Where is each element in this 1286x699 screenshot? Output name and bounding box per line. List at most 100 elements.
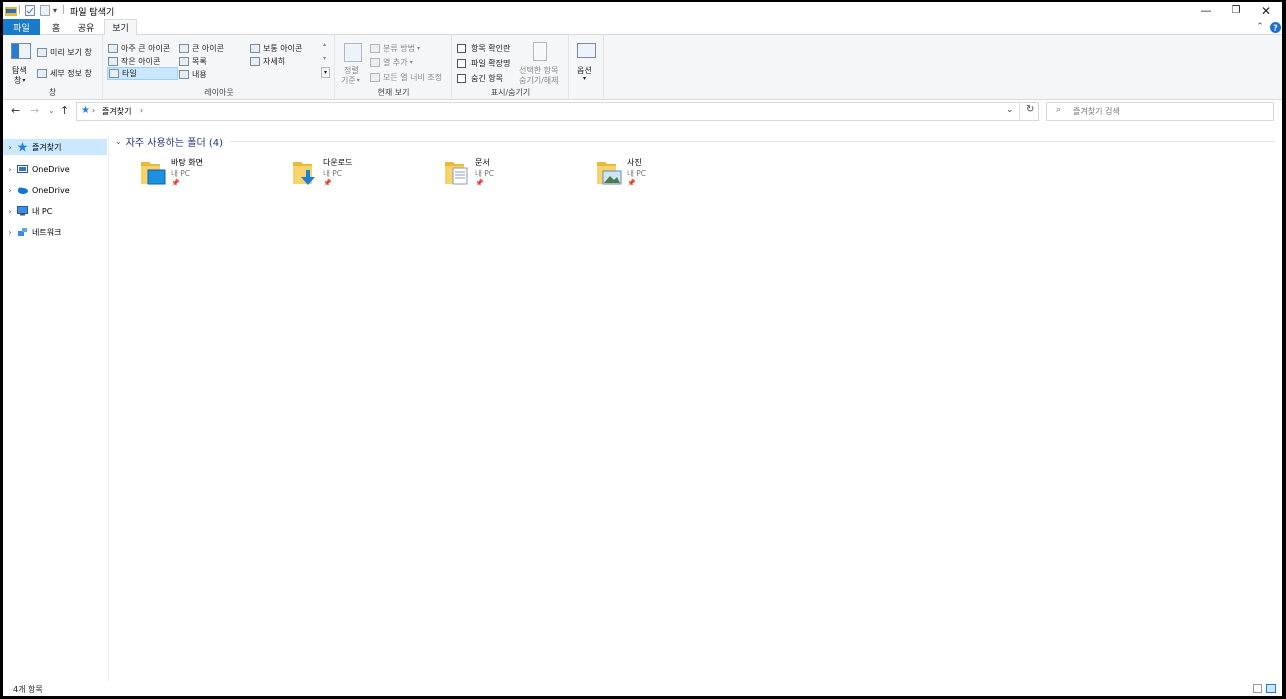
new-folder-icon[interactable]	[40, 4, 50, 16]
navigation-pane: › 즐겨찾기 › OneDrive › OneDrive › 내 PC › 네트…	[3, 136, 109, 682]
item-count: 4개 항목	[13, 685, 43, 694]
group-label-show-hide: 표시/숨기기	[490, 88, 531, 97]
forward-button[interactable]: →	[30, 104, 39, 117]
hidden-items-checkbox[interactable]	[457, 74, 466, 83]
expand-chevron-icon[interactable]: ›	[3, 165, 17, 174]
tab-share[interactable]: 공유	[73, 19, 99, 35]
collapse-ribbon-icon[interactable]: ⌃	[1255, 19, 1265, 35]
navigation-pane-icon[interactable]	[11, 43, 31, 59]
extensions-toggle[interactable]: 파일 확장명	[457, 58, 510, 69]
details-pane-button[interactable]: 세부 정보 창	[37, 68, 92, 79]
details-pane-icon	[37, 69, 47, 78]
computer-icon	[17, 206, 28, 216]
item-checkboxes-toggle[interactable]: 항목 확인란	[457, 43, 510, 54]
group-current-view: 정렬 기준 ▾ 분류 방법 ▾ 열 추가 ▾ 모든 열 너비 조정 현재 보기	[336, 35, 452, 100]
folder-tile-downloads[interactable]: 다운로드 내 PC 📌	[262, 154, 412, 194]
details-view-icon[interactable]	[1253, 684, 1262, 693]
search-icon: ⌕	[1056, 105, 1062, 115]
preview-pane-button[interactable]: 미리 보기 창	[37, 47, 92, 58]
folder-name: 다운로드	[323, 158, 353, 167]
nav-item-onedrive[interactable]: › OneDrive	[3, 182, 107, 198]
breadcrumb-quick-access[interactable]: 즐겨찾기	[102, 106, 131, 117]
layout-expand-icon[interactable]: ▾	[321, 67, 330, 78]
tab-view[interactable]: 보기	[104, 19, 137, 36]
file-view[interactable]: ⌄ 자주 사용하는 폴더 (4) 바탕 화면 내 PC 📌 다운로드 내 PC …	[110, 124, 1280, 682]
pin-icon: 📌	[627, 179, 636, 187]
collapse-group-icon[interactable]: ⌄	[115, 137, 122, 146]
close-button[interactable]: ✕	[1251, 2, 1281, 19]
tab-file[interactable]: 파일	[3, 19, 40, 35]
expand-chevron-icon[interactable]: ›	[3, 207, 17, 216]
network-icon	[18, 228, 27, 236]
layout-large-icons[interactable]: 큰 아이콘	[179, 43, 224, 54]
layout-details[interactable]: 자세히	[250, 56, 285, 67]
expand-chevron-icon[interactable]: ›	[3, 228, 17, 237]
layout-scroll-down-icon[interactable]: ▾	[323, 55, 326, 62]
group-label-panes: 창	[48, 88, 57, 97]
layout-content[interactable]: 내용	[179, 69, 207, 80]
details-icon	[250, 57, 260, 66]
breadcrumb-chevron-icon[interactable]: ›	[92, 106, 95, 115]
recent-locations-icon[interactable]: ⌄	[48, 106, 55, 115]
group-options: 옵션 ▾	[570, 35, 604, 100]
ribbon: 탐색 창 ▾ 미리 보기 창 세부 정보 창 창 아주 큰 아이콘 큰 아이콘 보…	[3, 35, 1282, 100]
layout-list[interactable]: 목록	[179, 56, 207, 67]
group-panes: 탐색 창 ▾ 미리 보기 창 세부 정보 창 창	[3, 35, 103, 100]
large-icons-view-icon[interactable]	[1266, 684, 1276, 693]
hidden-items-toggle[interactable]: 숨긴 항목	[457, 73, 503, 84]
folder-location: 내 PC	[627, 169, 647, 178]
minimize-button[interactable]: —	[1191, 2, 1221, 19]
pictures-folder-icon	[597, 162, 622, 185]
hide-selected-icon[interactable]	[533, 42, 547, 61]
layout-medium-icons[interactable]: 보통 아이콘	[250, 43, 302, 54]
item-checkboxes-checkbox[interactable]	[457, 44, 466, 53]
layout-xlarge-icons[interactable]: 아주 큰 아이콘	[108, 43, 170, 54]
breadcrumb-chevron-icon[interactable]: ›	[140, 106, 143, 115]
address-dropdown-icon[interactable]: ⌄	[1006, 105, 1014, 115]
customize-quick-access-icon[interactable]: ▾	[53, 4, 57, 16]
folder-tile-desktop[interactable]: 바탕 화면 내 PC 📌	[110, 154, 260, 194]
layout-small-icons[interactable]: 작은 아이콘	[108, 56, 160, 67]
star-icon	[17, 142, 28, 152]
restore-button[interactable]: ❐	[1221, 2, 1251, 19]
nav-item-network[interactable]: › 네트워크	[3, 224, 107, 240]
layout-tiles[interactable]: 타일	[107, 67, 178, 80]
address-bar[interactable]: ★ › 즐겨찾기 › ⌄ ↻	[76, 102, 1039, 121]
refresh-icon[interactable]: ↻	[1026, 104, 1034, 115]
properties-icon[interactable]	[25, 4, 35, 16]
nav-item-quick-access[interactable]: › 즐겨찾기	[3, 139, 107, 155]
expand-chevron-icon[interactable]: ›	[3, 186, 17, 195]
sort-by-icon[interactable]	[344, 43, 362, 62]
add-columns-button[interactable]: 열 추가 ▾	[370, 57, 413, 68]
extensions-checkbox[interactable]	[457, 59, 466, 68]
title-bar: | ▾ | 파일 탐색기 — ❐ ✕	[3, 2, 1282, 19]
tab-home[interactable]: 홈	[45, 19, 67, 35]
help-icon[interactable]: ?	[1269, 19, 1281, 35]
nav-item-onedrive-personal[interactable]: › OneDrive	[3, 161, 107, 177]
folder-location: 내 PC	[171, 169, 191, 178]
folder-tile-pictures[interactable]: 사진 내 PC 📌	[566, 154, 716, 194]
size-all-columns-button[interactable]: 모든 열 너비 조정	[370, 72, 442, 83]
folder-tile-documents[interactable]: 문서 내 PC 📌	[414, 154, 564, 194]
options-dropdown-icon[interactable]: ▾	[583, 75, 586, 82]
sort-by-label-2[interactable]: 기준 ▾	[341, 75, 360, 86]
separator: |	[18, 5, 22, 15]
expand-chevron-icon[interactable]: ›	[3, 143, 17, 152]
list-icon	[179, 57, 189, 66]
navigation-pane-label-2[interactable]: 창 ▾	[14, 75, 25, 86]
group-layout: 아주 큰 아이콘 큰 아이콘 보통 아이콘 작은 아이콘 목록 자세히 타일 내…	[104, 35, 335, 100]
back-button[interactable]: ←	[11, 104, 20, 117]
folder-location: 내 PC	[475, 169, 495, 178]
layout-scroll-up-icon[interactable]: ▴	[323, 41, 326, 48]
nav-label: 네트워크	[32, 227, 62, 237]
pin-icon: 📌	[475, 179, 484, 187]
search-box[interactable]: ⌕ 즐겨찾기 검색	[1046, 102, 1274, 121]
search-input[interactable]: 즐겨찾기 검색	[1073, 106, 1120, 117]
preview-pane-icon	[37, 48, 47, 57]
group-by-button[interactable]: 분류 방법 ▾	[370, 43, 420, 54]
up-button[interactable]: ↑	[60, 104, 69, 117]
hide-selected-label-2[interactable]: 숨기기/해제	[519, 75, 559, 86]
options-icon[interactable]	[577, 43, 596, 58]
nav-item-this-pc[interactable]: › 내 PC	[3, 203, 107, 219]
frequent-folders-header[interactable]: ⌄ 자주 사용하는 폴더 (4)	[115, 134, 223, 149]
